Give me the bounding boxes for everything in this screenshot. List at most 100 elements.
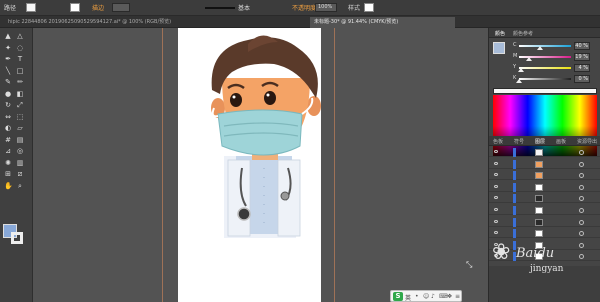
channel-value-field[interactable]: 0 % (574, 75, 590, 83)
free-transform-icon[interactable]: ⬚ (16, 113, 24, 121)
ime-toolbar[interactable]: S 英 • ☺ ♪ ⌨ ❖ ≡ (390, 290, 462, 302)
layer-row[interactable] (489, 148, 600, 157)
selection-icon[interactable]: ▲ (4, 32, 12, 40)
opacity-field[interactable]: 100% (315, 3, 337, 12)
tab-color[interactable]: 颜色 (495, 30, 505, 37)
slider-knob[interactable] (525, 57, 532, 61)
visibility-eye-icon[interactable] (494, 196, 498, 200)
tab-asset-export[interactable]: 资源导出 (577, 138, 597, 145)
line-icon[interactable]: ╲ (4, 67, 12, 75)
blob-brush-icon[interactable]: ● (4, 90, 12, 98)
layer-row[interactable] (489, 171, 600, 181)
layer-row[interactable] (489, 182, 600, 192)
style-label[interactable]: 样式 (348, 3, 360, 12)
layer-row[interactable] (489, 229, 600, 239)
target-circle-icon[interactable] (579, 219, 584, 225)
mesh-icon[interactable]: # (4, 136, 12, 144)
stroke-swatch[interactable] (70, 3, 80, 12)
scale-icon[interactable]: ⤢ (16, 101, 24, 109)
visibility-eye-icon[interactable] (494, 219, 498, 223)
symbol-sprayer-icon[interactable]: ✺ (4, 159, 12, 167)
channel-c-slider[interactable]: C 40 % (513, 42, 591, 50)
target-circle-icon[interactable] (579, 173, 584, 179)
brush-style-label[interactable]: 基本 (238, 3, 250, 12)
layer-row[interactable] (489, 159, 600, 169)
rotate-icon[interactable]: ↻ (4, 101, 12, 109)
slider-track[interactable] (519, 67, 571, 69)
eyedropper-icon[interactable]: ⊿ (4, 147, 12, 155)
target-circle-icon[interactable] (579, 196, 584, 202)
visibility-eye-icon[interactable] (494, 173, 498, 177)
channel-m-slider[interactable]: M 19 % (513, 53, 591, 61)
paintbrush-icon[interactable]: ✎ (4, 78, 12, 86)
hand-icon[interactable]: ✋ (4, 182, 13, 190)
tab-color-guide[interactable]: 颜色参考 (513, 30, 533, 37)
slider-track[interactable] (519, 45, 571, 47)
blend-icon[interactable]: ◎ (16, 147, 24, 155)
zoom-icon[interactable]: ⌕ (16, 182, 24, 190)
direct-selection-icon[interactable]: △ (16, 32, 24, 40)
microphone-icon[interactable]: ♪ (431, 293, 435, 300)
target-circle-icon[interactable] (579, 161, 584, 167)
target-circle-icon[interactable] (579, 208, 584, 213)
magic-wand-icon[interactable]: ✦ (4, 44, 12, 52)
tab-swatches[interactable]: 色板 (493, 138, 503, 145)
channel-label: C (513, 42, 517, 48)
tab-document-1[interactable]: hipic 22844806 20190625090529594127.ai* … (4, 17, 180, 28)
channel-k-slider[interactable]: K0 % (513, 75, 591, 83)
gradient-icon[interactable]: ▤ (16, 136, 24, 144)
fill-swatch[interactable] (26, 3, 36, 12)
canvas[interactable]: ⤡ (34, 28, 488, 302)
opacity-label[interactable]: 不透明度 (292, 3, 316, 12)
slider-knob[interactable] (518, 68, 525, 72)
shape-builder-icon[interactable]: ◐ (4, 124, 12, 132)
layer-row[interactable] (489, 206, 600, 215)
emoji-icon[interactable]: ☺ (423, 293, 429, 300)
ime-language[interactable]: 英 (405, 293, 411, 302)
target-circle-icon[interactable] (579, 231, 584, 237)
target-circle-icon[interactable] (579, 150, 584, 155)
stroke-weight-field[interactable] (112, 3, 130, 12)
target-circle-icon[interactable] (579, 184, 584, 190)
artboard-icon[interactable]: ⊞ (4, 170, 12, 178)
tab-artboards[interactable]: 画板 (556, 138, 566, 145)
stroke-label[interactable]: 描边 (92, 3, 104, 12)
channel-y-slider[interactable]: Y 4 % (513, 64, 591, 72)
column-graph-icon[interactable]: ▥ (16, 159, 24, 167)
stroke-profile-preview[interactable] (205, 7, 235, 9)
menu-icon[interactable]: ≡ (455, 293, 460, 300)
visibility-eye-icon[interactable] (494, 150, 498, 153)
perspective-icon[interactable]: ▱ (16, 124, 24, 132)
graphic-style-swatch[interactable] (364, 3, 374, 12)
channel-value-field[interactable]: 19 % (574, 53, 590, 61)
tab-document-2[interactable]: 未标题-30* @ 91.44% (CMYK/预览) (310, 17, 455, 28)
width-icon[interactable]: ⇔ (4, 113, 12, 121)
stroke-color-box[interactable] (11, 232, 23, 244)
tab-symbols[interactable]: 符号 (514, 138, 524, 145)
type-icon[interactable]: T (16, 55, 24, 63)
slider-track[interactable] (519, 78, 571, 80)
layer-row[interactable] (489, 194, 600, 204)
pen-icon[interactable]: ✒ (4, 55, 12, 63)
skin-icon[interactable]: ❖ (447, 293, 452, 300)
visibility-eye-icon[interactable] (494, 161, 498, 165)
channel-value-field[interactable]: 4 % (574, 64, 590, 72)
layer-row[interactable] (489, 217, 600, 227)
pencil-icon[interactable]: ✏ (16, 78, 24, 86)
layer-thumbnail (535, 149, 543, 156)
channel-value-field[interactable]: 40 % (574, 42, 590, 50)
sogou-logo: S (393, 292, 403, 301)
eraser-icon[interactable]: ◧ (16, 90, 24, 98)
slider-knob[interactable] (536, 46, 543, 50)
visibility-eye-icon[interactable] (494, 231, 498, 235)
slider-knob[interactable] (516, 79, 522, 83)
tab-layers[interactable]: 图层 (535, 138, 545, 145)
visibility-eye-icon[interactable] (494, 208, 498, 211)
slice-icon[interactable]: ⧄ (16, 170, 24, 178)
artboard[interactable] (178, 28, 321, 302)
rectangle-icon[interactable]: □ (16, 67, 24, 75)
punctuation-icon[interactable]: • (415, 293, 419, 300)
visibility-eye-icon[interactable] (494, 184, 498, 188)
fill-stroke-indicator[interactable] (493, 42, 505, 54)
lasso-icon[interactable]: ◌ (16, 44, 24, 52)
